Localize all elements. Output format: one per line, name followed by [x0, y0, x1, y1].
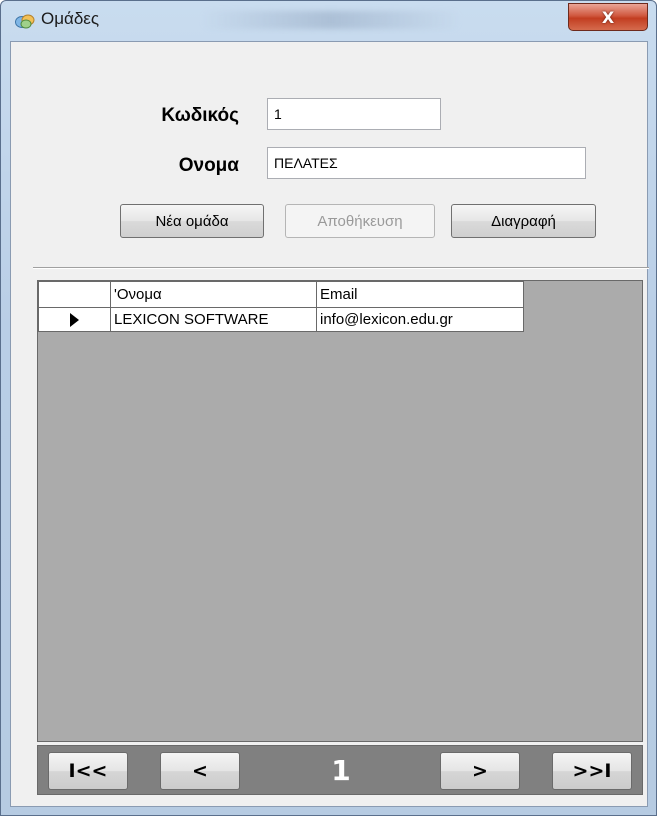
- first-record-button[interactable]: I<<: [48, 752, 128, 790]
- next-record-button[interactable]: >: [440, 752, 520, 790]
- name-label: Ονομα: [178, 155, 239, 176]
- name-input[interactable]: [267, 147, 586, 179]
- section-divider: [33, 267, 649, 269]
- row-header-corner: [38, 281, 111, 308]
- grid-header-row: 'Ονομα Email: [38, 281, 524, 308]
- record-navigator: I<< < 1 > >>I: [37, 745, 643, 795]
- cell-email[interactable]: info@lexicon.edu.gr: [316, 307, 524, 332]
- groups-grid[interactable]: 'Ονομα Email LEXICON SOFTWARE info@lexic…: [37, 280, 643, 742]
- table-row[interactable]: LEXICON SOFTWARE info@lexicon.edu.gr: [38, 307, 524, 332]
- page-number: 1: [331, 753, 351, 787]
- column-header-email[interactable]: Email: [316, 281, 524, 308]
- window-title: Ομάδες: [41, 9, 100, 28]
- groups-window: Ομάδες X Κωδικός Ονομα Νέα ομάδα Αποθήκε…: [0, 0, 657, 816]
- cell-name[interactable]: LEXICON SOFTWARE: [110, 307, 317, 332]
- delete-button[interactable]: Διαγραφή: [451, 204, 596, 238]
- code-input[interactable]: [267, 98, 441, 130]
- row-selector[interactable]: [38, 307, 111, 332]
- code-label: Κωδικός: [161, 105, 239, 126]
- title-bar[interactable]: Ομάδες X: [1, 1, 656, 41]
- groups-icon: [15, 13, 35, 29]
- blurred-title-region: [201, 11, 461, 29]
- last-record-button[interactable]: >>I: [552, 752, 632, 790]
- form-client-area: Κωδικός Ονομα Νέα ομάδα Αποθήκευση Διαγρ…: [10, 41, 649, 807]
- current-row-pointer-icon: [70, 313, 79, 328]
- previous-record-button[interactable]: <: [160, 752, 240, 790]
- save-button[interactable]: Αποθήκευση: [285, 204, 435, 238]
- new-group-button[interactable]: Νέα ομάδα: [120, 204, 264, 238]
- close-button[interactable]: X: [568, 3, 648, 31]
- column-header-name[interactable]: 'Ονομα: [110, 281, 317, 308]
- grid-table: 'Ονομα Email LEXICON SOFTWARE info@lexic…: [38, 281, 524, 332]
